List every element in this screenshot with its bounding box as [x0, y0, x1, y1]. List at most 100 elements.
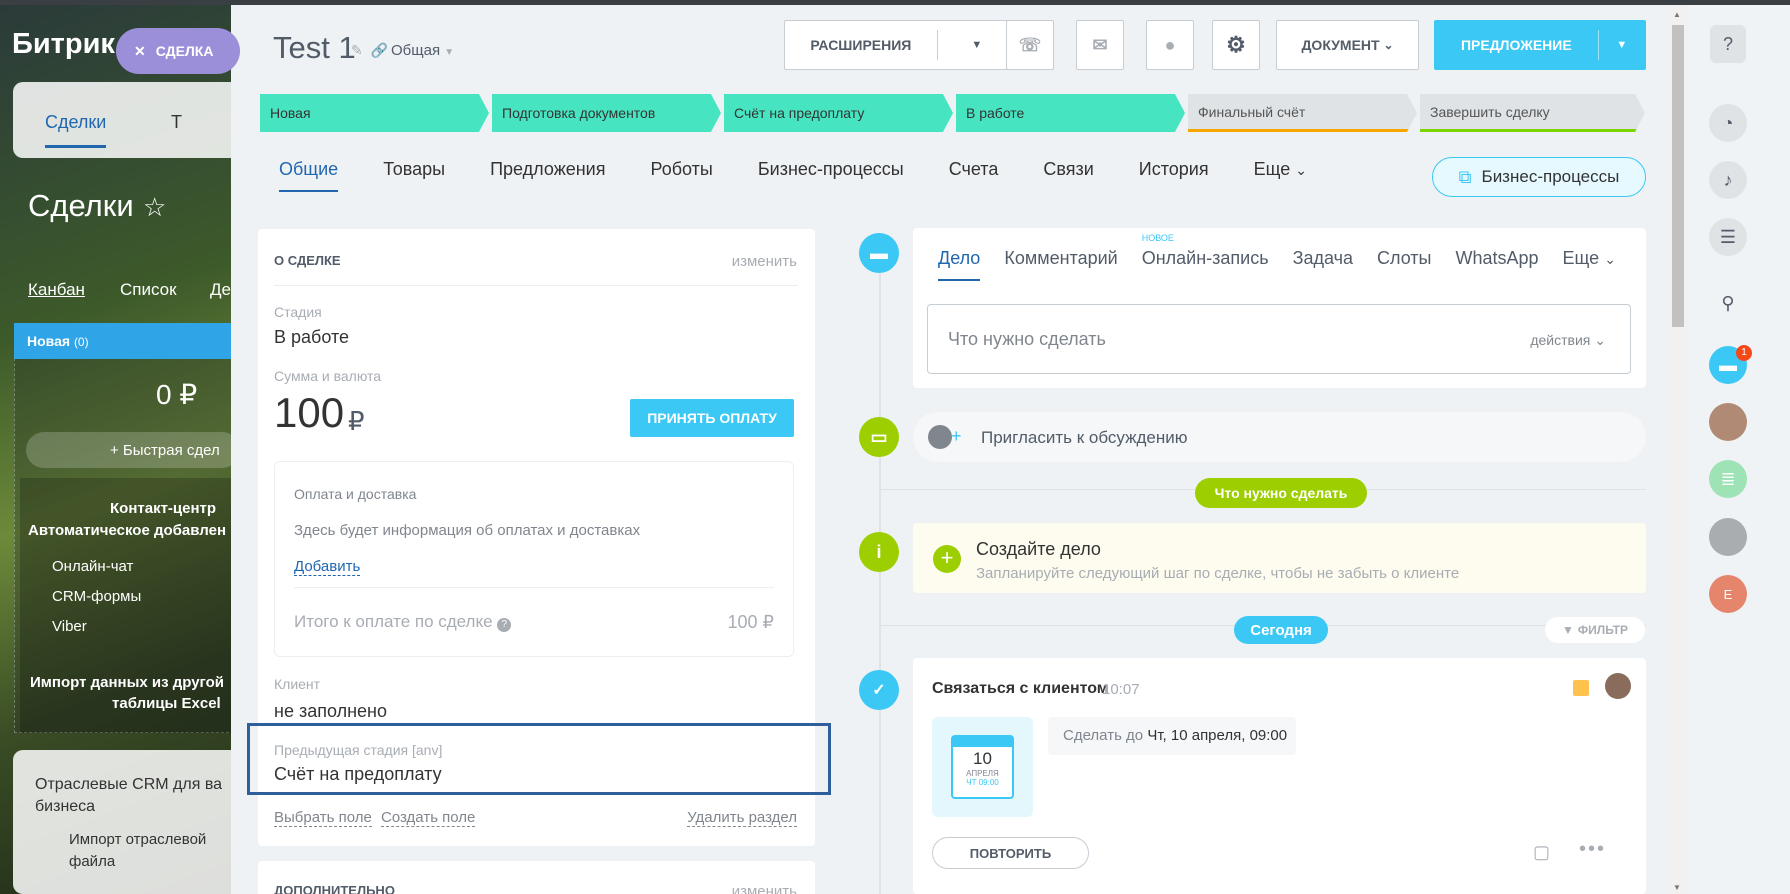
invite-discussion[interactable]: + Пригласить к обсуждению: [913, 412, 1646, 462]
deadline-box[interactable]: Сделать до Чт, 10 апреля, 09:00: [1048, 717, 1296, 755]
stage-label: Стадия: [274, 304, 322, 320]
tab-business-processes[interactable]: Бизнес-процессы: [758, 159, 904, 192]
chat-icon[interactable]: ●: [1146, 20, 1194, 70]
close-slider-button[interactable]: ✕ СДЕЛКА: [116, 28, 240, 74]
activity-tab-whatsapp[interactable]: WhatsApp: [1456, 248, 1539, 281]
star-icon[interactable]: ☆: [143, 192, 166, 223]
todo-placeholder: Что нужно сделать: [948, 329, 1106, 349]
tab-invoices[interactable]: Счета: [949, 159, 999, 192]
today-pill: Сегодня: [1234, 616, 1328, 644]
stage-prepayment[interactable]: Счёт на предоплату: [724, 94, 953, 132]
bg-tab-deals[interactable]: Сделки: [45, 112, 107, 148]
color-marker[interactable]: [1573, 680, 1589, 696]
gear-icon[interactable]: ⚙: [1212, 20, 1260, 70]
add-icon[interactable]: +: [933, 545, 961, 573]
bg-cc-chat[interactable]: Онлайн-чат: [52, 558, 133, 575]
bg-view-kanban[interactable]: Канбан: [28, 280, 85, 300]
sum-value[interactable]: 100: [274, 389, 344, 437]
discussion-icon: ▭: [859, 417, 899, 457]
business-processes-button[interactable]: ⧉ Бизнес-процессы: [1432, 157, 1646, 197]
notes-icon[interactable]: ≣: [1709, 460, 1747, 498]
activity-tab-booking[interactable]: НОВОЕ Онлайн-запись: [1142, 233, 1269, 281]
create-activity-card[interactable]: + Создайте дело Запланируйте следующий ш…: [913, 523, 1646, 593]
stage-value[interactable]: В работе: [274, 327, 349, 348]
prev-stage-field[interactable]: Предыдущая стадия [anv] Счёт на предопла…: [247, 723, 831, 795]
task-time: 10:07: [1102, 681, 1140, 698]
activity-tab-more[interactable]: Еще ⌄: [1563, 248, 1616, 281]
deal-title[interactable]: Test 1: [273, 30, 356, 66]
activity-tab-comment[interactable]: Комментарий: [1004, 248, 1117, 281]
avatar[interactable]: [1709, 403, 1747, 441]
actions-dropdown[interactable]: действия ⌄: [1530, 332, 1606, 349]
tab-history[interactable]: История: [1139, 159, 1209, 192]
bg-industry-card: Отраслевые CRM для ва бизнеса Импорт отр…: [13, 750, 240, 894]
notification-badge: 1: [1736, 345, 1752, 361]
tab-robots[interactable]: Роботы: [650, 159, 712, 192]
stage-in-work[interactable]: В работе: [956, 94, 1185, 132]
document-button[interactable]: ДОКУМЕНТ ⌄: [1276, 20, 1419, 70]
bg-view-de[interactable]: Де: [210, 280, 231, 300]
stage-documents[interactable]: Подготовка документов: [492, 94, 721, 132]
bg-cc-forms[interactable]: CRM-формы: [52, 588, 141, 605]
chevron-down-icon: ▼: [971, 39, 983, 51]
delete-section-link[interactable]: Удалить раздел: [687, 809, 797, 827]
tab-general[interactable]: Общие: [279, 159, 339, 192]
pencil-icon[interactable]: ✎: [351, 42, 363, 59]
extra-edit-link[interactable]: изменить: [732, 883, 797, 894]
more-icon[interactable]: •••: [1579, 838, 1606, 861]
bell-icon[interactable]: ♪: [1709, 161, 1747, 199]
accept-payment-button[interactable]: ПРИНЯТЬ ОПЛАТУ: [630, 399, 794, 437]
avatar[interactable]: [1605, 673, 1631, 699]
note-icon[interactable]: ▢: [1533, 842, 1550, 863]
app-title: Битрик: [12, 28, 115, 60]
bg-cc-viber[interactable]: Viber: [52, 618, 87, 635]
select-field-link[interactable]: Выбрать поле: [274, 809, 372, 827]
todo-input[interactable]: Что нужно сделать действия ⌄: [927, 304, 1631, 374]
avatar[interactable]: [1709, 518, 1747, 556]
about-edit-link[interactable]: изменить: [732, 253, 797, 270]
help-icon[interactable]: ?: [1710, 25, 1746, 63]
stage-new[interactable]: Новая: [260, 94, 489, 132]
check-icon: ✓: [859, 670, 899, 710]
mail-icon[interactable]: ✉: [1076, 20, 1124, 70]
scrollbar[interactable]: ▲ ▼: [1668, 5, 1688, 894]
tab-links[interactable]: Связи: [1043, 159, 1093, 192]
scroll-up-icon[interactable]: ▲: [1673, 10, 1681, 19]
messenger-icon[interactable]: ☰: [1709, 218, 1747, 256]
bg-tab-t[interactable]: Т: [171, 112, 182, 133]
bg-quick-deal[interactable]: + Быстрая сдел: [26, 432, 240, 468]
timeman-icon[interactable]: ◔: [1709, 104, 1747, 142]
activity-tab-task[interactable]: Задача: [1293, 248, 1353, 281]
task-title[interactable]: Связаться с клиентом: [932, 680, 1109, 698]
prev-stage-value: Счёт на предоплату: [274, 764, 442, 784]
add-payment-link[interactable]: Добавить: [294, 558, 361, 576]
tab-proposals[interactable]: Предложения: [490, 159, 605, 192]
bg-view-list[interactable]: Список: [120, 280, 177, 300]
category-select[interactable]: Общая ▼: [391, 42, 454, 59]
tab-products[interactable]: Товары: [383, 159, 445, 192]
search-icon[interactable]: ⚲: [1709, 284, 1747, 322]
user-add-icon: [928, 425, 952, 449]
activity-tab-slots[interactable]: Слоты: [1377, 248, 1432, 281]
filter-button[interactable]: ▼ ФИЛЬТР: [1545, 617, 1645, 643]
avatar[interactable]: E: [1709, 575, 1747, 613]
repeat-button[interactable]: ПОВТОРИТЬ: [932, 837, 1089, 869]
calendar-widget: 10 АПРЕЛЯ ЧТ 09:00: [932, 717, 1033, 817]
link-icon[interactable]: 🔗: [371, 42, 388, 59]
chevron-down-icon: ▼: [1616, 39, 1628, 51]
stage-final-invoice[interactable]: Финальный счёт: [1188, 94, 1417, 132]
sum-label: Сумма и валюта: [274, 368, 382, 384]
extensions-button[interactable]: РАСШИРЕНИЯ ▼: [784, 20, 1017, 70]
tab-more[interactable]: Еще ⌄: [1254, 159, 1307, 192]
prev-stage-label: Предыдущая стадия [anv]: [274, 742, 443, 758]
create-field-link[interactable]: Создать поле: [381, 809, 476, 827]
phone-icon[interactable]: ☏: [1006, 20, 1054, 70]
todo-pill: Что нужно сделать: [1195, 478, 1367, 508]
filter-icon: ▼: [1562, 623, 1574, 637]
scroll-down-icon[interactable]: ▼: [1673, 883, 1681, 892]
scrollbar-thumb[interactable]: [1672, 25, 1684, 327]
proposal-button[interactable]: ПРЕДЛОЖЕНИЕ ▼: [1434, 20, 1646, 70]
stage-finish[interactable]: Завершить сделку: [1420, 94, 1645, 132]
activity-tab-todo[interactable]: Дело: [938, 248, 981, 281]
client-value[interactable]: не заполнено: [274, 701, 387, 722]
